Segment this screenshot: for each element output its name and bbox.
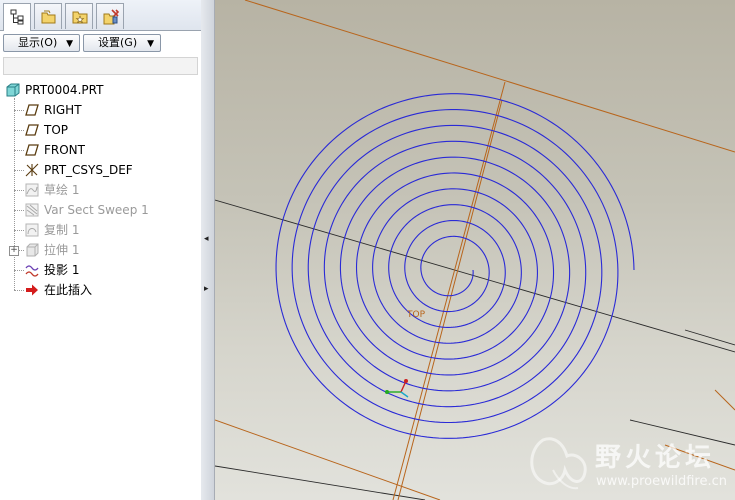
favorites-icon xyxy=(72,11,88,24)
tree-item-label: 草绘 1 xyxy=(44,183,80,197)
tree-item-label: FRONT xyxy=(44,143,85,157)
tree-connector xyxy=(14,130,24,131)
tree-connector xyxy=(14,270,24,271)
model-scene: TOP xyxy=(215,0,735,500)
tree-connector xyxy=(14,110,24,111)
insert-here-arrow-icon xyxy=(26,284,38,296)
sweep-icon xyxy=(25,203,39,217)
tree-filter-bar[interactable] xyxy=(3,57,198,75)
tree-connector xyxy=(14,290,24,291)
folder-icon xyxy=(41,10,56,24)
csys-triad xyxy=(385,379,409,398)
model-tree-tab[interactable] xyxy=(3,3,31,31)
tree-connector xyxy=(18,250,24,251)
chevron-down-icon: ▼ xyxy=(147,39,154,49)
show-dropdown-button[interactable]: 显示(O) ▼ xyxy=(3,34,80,52)
sketch-icon xyxy=(25,183,39,197)
tree-item-label: 复制 1 xyxy=(44,223,80,237)
model-tree-icon xyxy=(10,9,24,25)
tree-connector xyxy=(14,230,24,231)
expand-toggle[interactable]: + xyxy=(9,246,19,256)
connections-icon xyxy=(103,9,120,25)
model-tree-toolbar: 显示(O) ▼ 设置(G) ▼ xyxy=(0,31,201,55)
csys-icon xyxy=(25,163,39,177)
model-tree-panel: 显示(O) ▼ 设置(G) ▼ PRT0004.PRT RIGHT TOP FR… xyxy=(0,0,202,500)
favorites-tab[interactable] xyxy=(65,3,93,29)
tree-connector xyxy=(14,170,24,171)
datum-plane-icon xyxy=(25,104,39,116)
tree-item-label: TOP xyxy=(44,123,69,137)
tree-connector xyxy=(14,98,15,290)
navigator-tab-strip xyxy=(0,0,201,31)
folder-browser-tab[interactable] xyxy=(34,3,62,29)
expand-right-arrow-icon[interactable]: ▸ xyxy=(204,284,209,294)
settings-dropdown-label: 设置(G) xyxy=(98,36,138,49)
tree-item-label: Var Sect Sweep 1 xyxy=(44,203,149,217)
tree-item-label: 拉伸 1 xyxy=(44,243,80,257)
top-plane-label: TOP xyxy=(406,310,426,320)
part-icon xyxy=(6,83,20,97)
show-dropdown-label: 显示(O) xyxy=(18,36,58,49)
extrude-icon xyxy=(26,243,39,257)
watermark-url: www.proewildfire.cn xyxy=(596,474,727,489)
tree-root-label: PRT0004.PRT xyxy=(25,83,104,97)
datum-plane-icon xyxy=(25,144,39,156)
copy-icon xyxy=(25,223,39,237)
tree-connector xyxy=(14,210,24,211)
tree-connector xyxy=(14,150,24,151)
collapse-left-arrow-icon[interactable]: ◂ xyxy=(204,234,209,244)
projection-icon xyxy=(25,265,39,277)
tree-item-label: RIGHT xyxy=(44,103,82,117)
graphics-viewport[interactable]: TOP xyxy=(215,0,735,500)
spiral-curve xyxy=(275,93,635,439)
watermark-title: 野火论坛 xyxy=(595,443,716,473)
tree-item-label: 在此插入 xyxy=(44,283,93,297)
panel-splitter[interactable]: ◂ ▸ xyxy=(201,0,215,500)
connections-tab[interactable] xyxy=(96,3,124,29)
datum-plane-icon xyxy=(25,124,39,136)
chevron-down-icon: ▼ xyxy=(66,39,73,49)
settings-dropdown-button[interactable]: 设置(G) ▼ xyxy=(83,34,161,52)
tree-connector xyxy=(14,190,24,191)
tree-item-label: 投影 1 xyxy=(44,263,80,277)
tree-item-label: PRT_CSYS_DEF xyxy=(44,163,133,177)
